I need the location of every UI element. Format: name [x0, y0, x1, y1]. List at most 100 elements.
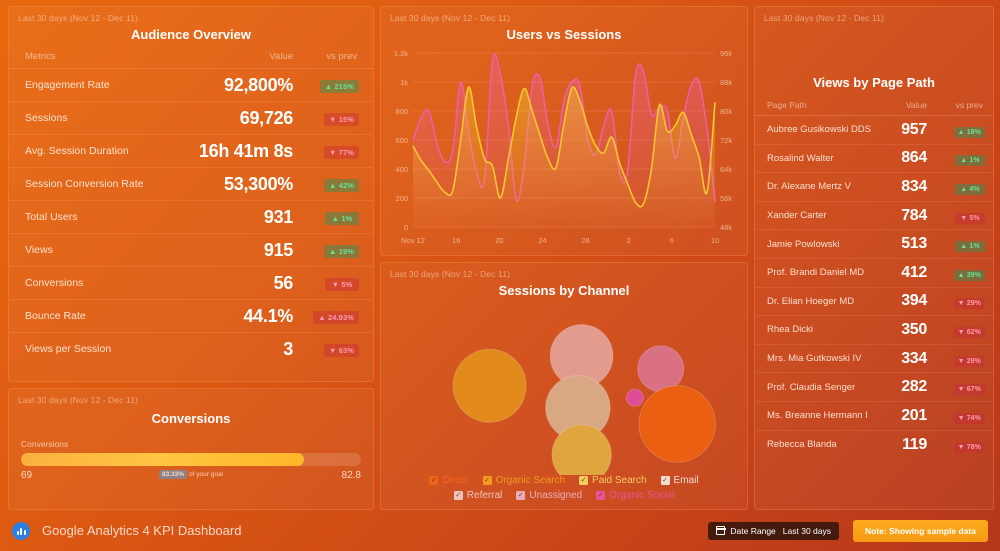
- table-row[interactable]: Total Users 931 ▲ 1%: [9, 200, 373, 234]
- table-row[interactable]: Prof. Claudia Senger 282 ▼ 67%: [755, 372, 993, 402]
- conversions-progress-track[interactable]: [21, 453, 361, 466]
- table-row[interactable]: Rhea Dicki 350 ▼ 62%: [755, 315, 993, 345]
- sample-data-note-button[interactable]: Note: Showing sample data: [853, 519, 988, 542]
- audience-overview-panel: Last 30 days (Nov 12 - Dec 11) Audience …: [8, 6, 374, 382]
- page-path-name: Ms. Breanne Hermann I: [755, 401, 894, 431]
- table-row[interactable]: Prof. Brandi Daniel MD 412 ▲ 39%: [755, 258, 993, 288]
- date-range-value: Last 30 days: [782, 525, 831, 536]
- channel-bubble[interactable]: [452, 348, 527, 423]
- svg-text:48k: 48k: [720, 223, 732, 232]
- page-path-value: 394: [893, 287, 939, 317]
- metric-change: ▲ 24.93%: [311, 299, 373, 333]
- table-row[interactable]: Aubree Gusikowski DDS 957 ▲ 18%: [755, 115, 993, 145]
- checkbox-icon[interactable]: ✓: [516, 491, 526, 500]
- legend-item[interactable]: ✓ Unassigned: [516, 490, 582, 501]
- channel-bubble[interactable]: [625, 388, 644, 407]
- table-row[interactable]: Xander Carter 784 ▼ 5%: [755, 201, 993, 231]
- status-badge: ▲ 18%: [953, 126, 985, 138]
- date-label: Last 30 days (Nov 12 - Dec 11): [764, 13, 885, 23]
- metric-change: ▲ 19%: [311, 233, 373, 267]
- left-column: Last 30 days (Nov 12 - Dec 11) Audience …: [8, 6, 374, 510]
- checkbox-icon[interactable]: ✓: [596, 491, 606, 500]
- bar-chart-icon: [12, 521, 30, 540]
- status-badge: ▼ 5%: [325, 278, 359, 291]
- metric-name: Views per Session: [25, 343, 112, 356]
- metric-change: ▲ 1%: [311, 200, 373, 234]
- footer-controls: Date Range Last 30 days Note: Showing sa…: [708, 519, 988, 542]
- metric-name: Sessions: [9, 101, 174, 135]
- table-row[interactable]: Avg. Session Duration 16h 41m 8s ▼ 77%: [9, 134, 373, 168]
- legend-item[interactable]: ✓ Organic Search: [482, 475, 565, 486]
- checkbox-icon[interactable]: ✓: [482, 476, 492, 485]
- page-path-value: 513: [893, 229, 939, 259]
- svg-text:800: 800: [395, 107, 408, 116]
- status-badge: ▼ 78%: [953, 441, 985, 453]
- table-row[interactable]: Views 915 ▲ 19%: [9, 233, 373, 267]
- metric-value: 56: [173, 266, 311, 300]
- status-badge: ▲ 1%: [955, 155, 985, 167]
- svg-text:400: 400: [395, 165, 408, 174]
- channel-legend: ✓ Direct ✓ Organic Search ✓ Paid Search ✓ Email…: [381, 475, 747, 501]
- status-badge: ▲ 39%: [953, 269, 985, 281]
- status-badge: ▼ 29%: [953, 355, 985, 367]
- legend-label: Unassigned: [529, 490, 583, 501]
- status-badge: ▲ 42%: [323, 179, 359, 192]
- svg-text:80k: 80k: [720, 107, 732, 116]
- table-row[interactable]: Jamie Powlowski 513 ▲ 1%: [755, 229, 993, 259]
- status-badge: ▼ 29%: [953, 298, 985, 310]
- col-header-value: Value: [173, 46, 311, 69]
- dashboard-title: Google Analytics 4 KPI Dashboard: [42, 523, 242, 538]
- legend-item[interactable]: ✓ Direct: [429, 475, 469, 486]
- checkbox-icon[interactable]: ✓: [429, 476, 439, 485]
- status-badge: ▲ 1%: [955, 241, 985, 253]
- views-by-page-path-table: Page Path Value vs prev Aubree Gusikowsk…: [755, 96, 993, 459]
- date-label: Last 30 days (Nov 12 - Dec 11): [18, 13, 139, 23]
- legend-item[interactable]: ✓ Paid Search: [579, 475, 647, 486]
- table-row[interactable]: Mrs. Mia Gutkowski IV 334 ▼ 29%: [755, 344, 993, 374]
- status-badge: ▼ 67%: [953, 384, 985, 396]
- table-row[interactable]: Ms. Breanne Hermann I 201 ▼ 74%: [755, 401, 993, 431]
- metric-name: Conversions: [9, 266, 174, 300]
- table-row[interactable]: Rosalind Walter 864 ▲ 1%: [755, 144, 993, 174]
- page-path-value: 412: [893, 258, 939, 288]
- metric-change: ▼ 5%: [311, 266, 373, 300]
- status-badge: ▼ 63%: [323, 344, 359, 358]
- col-header-metrics: Metrics: [9, 46, 174, 69]
- page-path-change: ▼ 29%: [939, 344, 993, 374]
- channel-bubble[interactable]: [637, 345, 685, 393]
- metric-name: Total Users: [9, 200, 174, 234]
- status-badge: ▲ 4%: [955, 183, 985, 195]
- legend-label: Referral: [466, 490, 503, 501]
- checkbox-icon[interactable]: ✓: [579, 476, 589, 485]
- checkbox-icon[interactable]: ✓: [453, 491, 463, 500]
- table-row[interactable]: Conversions 56 ▼ 5%: [9, 266, 373, 300]
- svg-text:64k: 64k: [720, 165, 732, 174]
- page-path-name: Rebecca Blanda: [767, 439, 837, 451]
- page-path-change: ▼ 62%: [939, 315, 993, 345]
- table-row[interactable]: Sessions 69,726 ▼ 15%: [9, 101, 373, 135]
- page-path-change: ▼ 29%: [939, 287, 993, 317]
- metric-name: Avg. Session Duration: [9, 134, 174, 168]
- page-path-change: ▼ 74%: [939, 401, 993, 431]
- legend-item[interactable]: ✓ Referral: [453, 490, 503, 501]
- sessions-by-channel-chart[interactable]: [381, 305, 747, 485]
- table-row[interactable]: Dr. Elian Hoeger MD 394 ▼ 29%: [755, 287, 993, 317]
- table-row[interactable]: Engagement Rate 92,800% ▲ 215%: [9, 68, 373, 102]
- date-range-selector[interactable]: Date Range Last 30 days: [708, 521, 839, 540]
- table-row[interactable]: Rebecca Blanda 119 ▼ 78%: [755, 430, 993, 459]
- table-row[interactable]: Session Conversion Rate 53,300% ▲ 42%: [9, 167, 373, 201]
- checkbox-icon[interactable]: ✓: [660, 476, 670, 485]
- svg-text:24: 24: [538, 236, 546, 245]
- table-row[interactable]: Dr. Alexane Mertz V 834 ▲ 4%: [755, 172, 993, 202]
- metric-change: ▲ 42%: [311, 167, 373, 201]
- table-row[interactable]: Views per Session 3 ▼ 63%: [9, 333, 373, 366]
- legend-item[interactable]: ✓ Organic Social: [596, 490, 674, 501]
- legend-item[interactable]: ✓ Email: [660, 475, 699, 486]
- table-row[interactable]: Bounce Rate 44.1% ▲ 24.93%: [9, 299, 373, 333]
- channel-bubble[interactable]: [638, 385, 717, 463]
- users-vs-sessions-chart[interactable]: 0 200 400 600 800 1k 1.2k 48k 56k 64k 72k 80k 88k 96k…: [381, 47, 747, 255]
- metric-value: 44.1%: [173, 299, 311, 333]
- metric-value: 3: [283, 338, 293, 359]
- users-vs-sessions-panel: Last 30 days (Nov 12 - Dec 11) Users vs …: [380, 6, 748, 256]
- col-header-value: Value: [893, 96, 939, 116]
